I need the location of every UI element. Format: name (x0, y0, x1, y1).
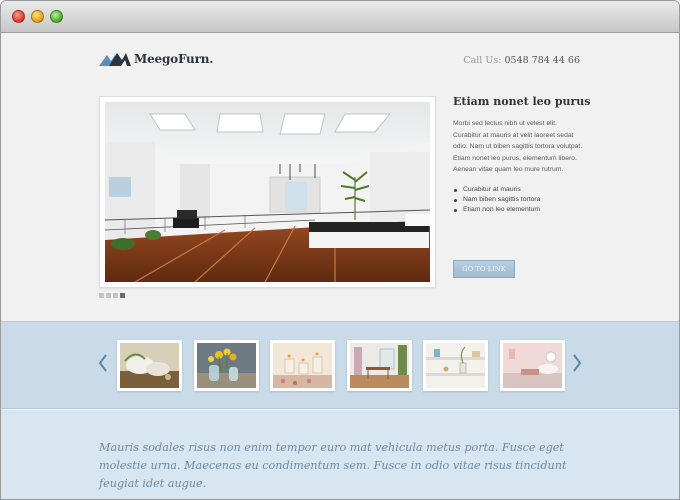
logo-text: MeegoFurn. (134, 52, 214, 66)
slider-pagination (99, 293, 125, 298)
gallery-thumb-5[interactable] (423, 340, 488, 391)
loft-interior-photo (105, 102, 430, 282)
sidebar-list: Curabitur at mauris Nam biben sagittis t… (453, 185, 583, 216)
shelf-vase-photo (426, 343, 485, 388)
phone-number[interactable]: 0548 784 44 66 (504, 55, 580, 66)
testimonial-quote: Mauris sodales risus non enim tempor eur… (99, 441, 567, 490)
gallery-thumb-6[interactable] (500, 340, 565, 391)
sidebar-title: Etiam nonet leo purus (453, 95, 591, 108)
dining-room-photo (350, 343, 409, 388)
site-logo[interactable]: MeegoFurn. (99, 48, 213, 70)
candles-photo (273, 343, 332, 388)
gallery-thumb-1[interactable] (117, 340, 182, 391)
slider-dot-4[interactable] (120, 293, 125, 298)
quote-section: Mauris sodales risus non enim tempor eur… (1, 410, 679, 499)
carousel-prev-button[interactable] (97, 352, 109, 374)
list-item: Nam biben sagittis tortora (453, 195, 583, 205)
list-item: Etiam non leo elementum (453, 205, 583, 215)
gallery-thumb-4[interactable] (347, 340, 412, 391)
gallery-thumb-3[interactable] (270, 340, 335, 391)
zoom-window-button[interactable] (50, 10, 63, 23)
spa-towels-photo (120, 343, 179, 388)
gallery-thumb-2[interactable] (194, 340, 259, 391)
pink-room-photo (503, 343, 562, 388)
call-us: Call Us: 0548 784 44 66 (463, 55, 580, 66)
browser-window: MeegoFurn. Call Us: 0548 784 44 66 Etiam… (0, 0, 680, 500)
slider-dot-1[interactable] (99, 293, 104, 298)
logo-mountain-icon (99, 53, 131, 66)
hero-image-frame (99, 96, 436, 288)
chevron-left-icon (98, 354, 107, 372)
minimize-window-button[interactable] (31, 10, 44, 23)
list-item: Curabitur at mauris (453, 185, 583, 195)
header-section: MeegoFurn. Call Us: 0548 784 44 66 Etiam… (1, 34, 679, 321)
call-label: Call Us: (463, 55, 502, 66)
sidebar-text: Morbi sed lectus nibh ut velest elit. Cu… (453, 120, 583, 173)
feature-sidebar: Etiam nonet leo purus Morbi sed lectus n… (453, 95, 591, 278)
gallery-carousel (1, 321, 679, 409)
slider-dot-2[interactable] (106, 293, 111, 298)
flowers-bottles-photo (197, 343, 256, 388)
slider-dot-3[interactable] (113, 293, 118, 298)
carousel-next-button[interactable] (571, 352, 583, 374)
title-bar (1, 1, 679, 33)
close-window-button[interactable] (12, 10, 25, 23)
go-to-link-button[interactable]: GO TO LINK (453, 260, 515, 278)
chevron-right-icon (573, 354, 582, 372)
